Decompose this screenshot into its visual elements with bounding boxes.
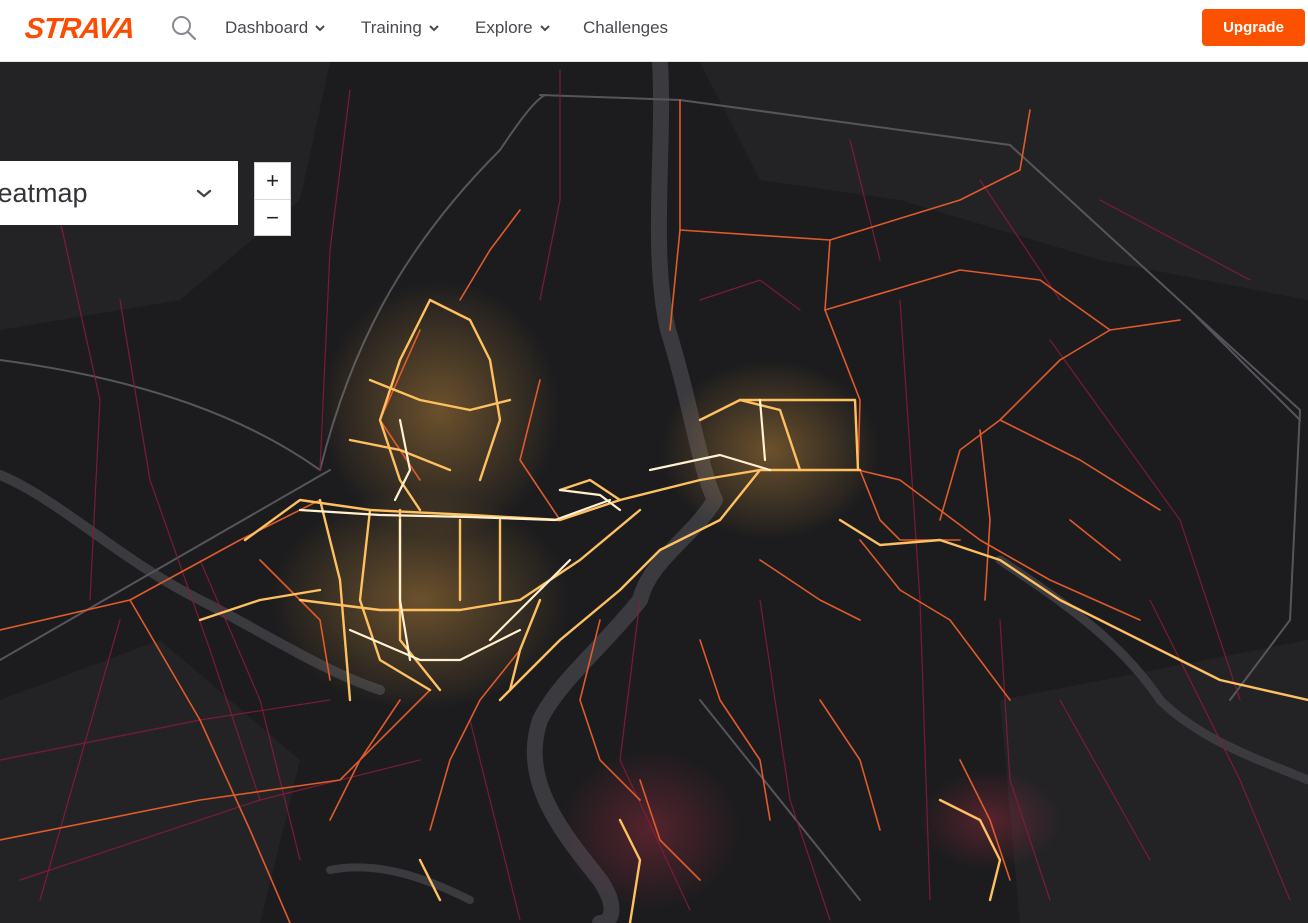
chevron-down-icon: [196, 189, 212, 198]
nav-dashboard[interactable]: Dashboard: [225, 18, 326, 38]
nav-training[interactable]: Training: [361, 18, 440, 38]
zoom-in-button[interactable]: +: [255, 163, 290, 199]
nav-challenges-label: Challenges: [583, 18, 669, 37]
chevron-down-icon: [315, 25, 325, 32]
chevron-down-icon: [539, 25, 550, 32]
nav-challenges[interactable]: Challenges: [583, 18, 668, 38]
nav-explore[interactable]: Explore: [475, 18, 551, 38]
heatmap-canvas[interactable]: Heatmap + −: [0, 62, 1308, 923]
nav-dashboard-label: Dashboard: [225, 18, 309, 37]
zoom-out-button[interactable]: −: [255, 200, 290, 236]
top-navigation-bar: STRAVA Dashboard Training Explore Challe…: [0, 0, 1308, 62]
zoom-control: + −: [254, 162, 291, 236]
strava-logo[interactable]: STRAVA: [23, 13, 135, 46]
search-icon[interactable]: [170, 14, 198, 42]
map-layer-select[interactable]: Heatmap: [0, 161, 238, 225]
map-layer-value: Heatmap: [0, 178, 88, 208]
upgrade-button[interactable]: Upgrade: [1202, 9, 1305, 46]
chevron-down-icon: [429, 25, 439, 32]
nav-training-label: Training: [361, 18, 422, 37]
nav-explore-label: Explore: [475, 18, 533, 37]
